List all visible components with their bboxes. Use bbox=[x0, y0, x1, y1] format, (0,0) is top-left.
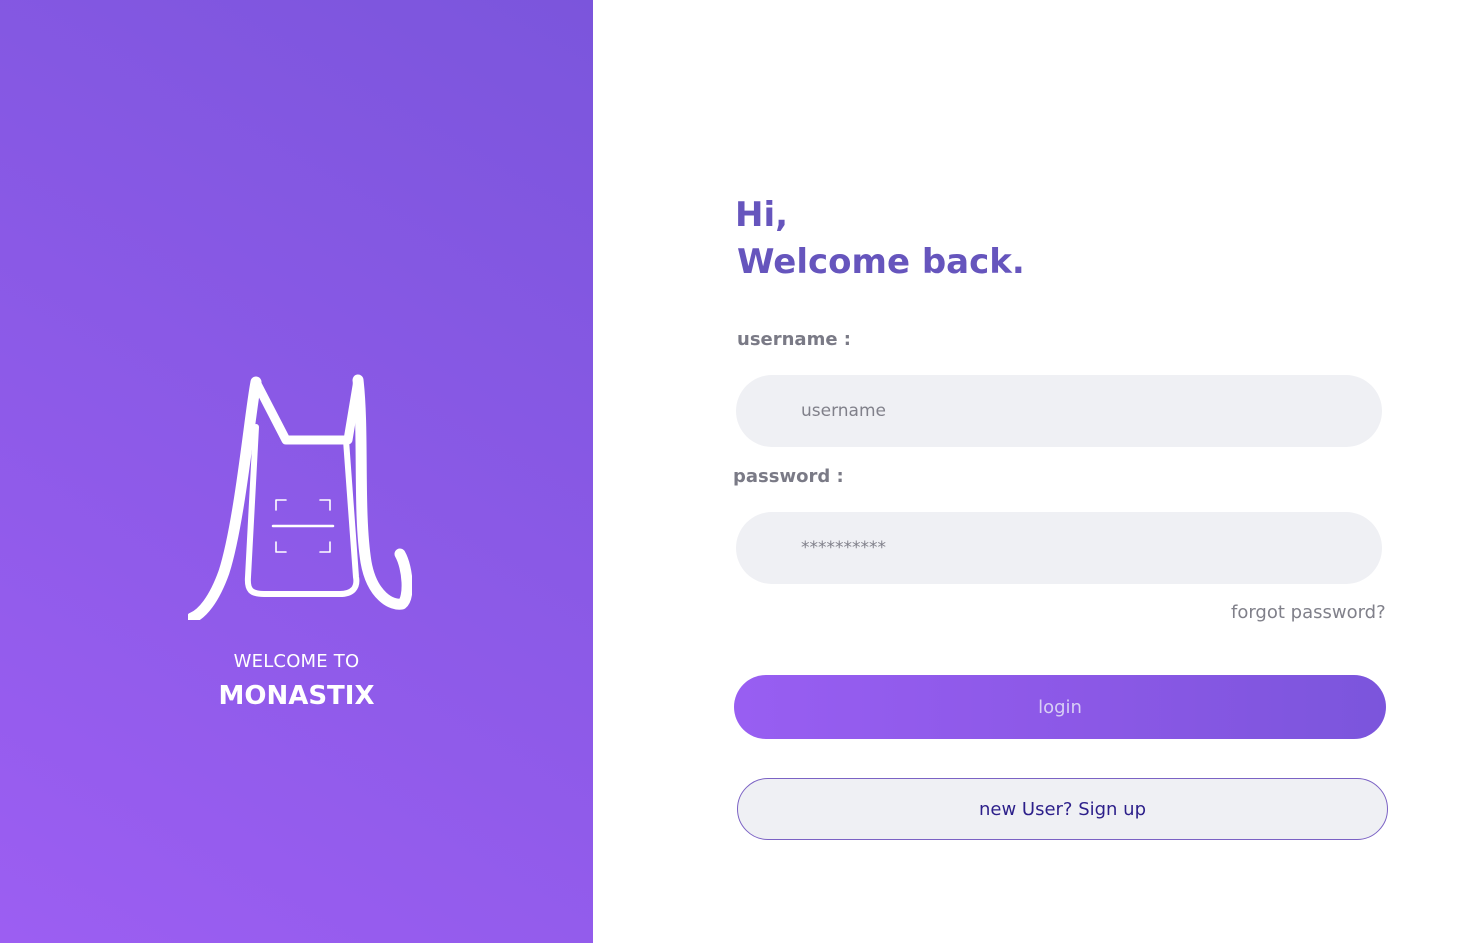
brand-panel: WELCOME TO MONASTIX bbox=[0, 0, 593, 943]
greeting-hi: Hi, bbox=[735, 195, 789, 235]
forgot-password-link[interactable]: forgot password? bbox=[1231, 602, 1386, 623]
username-label: username : bbox=[737, 329, 852, 350]
username-input[interactable] bbox=[736, 375, 1382, 447]
login-button[interactable]: login bbox=[734, 675, 1386, 739]
password-input[interactable] bbox=[736, 512, 1382, 584]
brand-name: MONASTIX bbox=[218, 681, 375, 711]
monastix-logo-icon bbox=[188, 374, 412, 620]
greeting-welcome-back: Welcome back. bbox=[737, 242, 1025, 282]
welcome-to-text: WELCOME TO bbox=[233, 651, 360, 672]
password-label: password : bbox=[733, 466, 844, 487]
signup-button[interactable]: new User? Sign up bbox=[737, 778, 1388, 840]
